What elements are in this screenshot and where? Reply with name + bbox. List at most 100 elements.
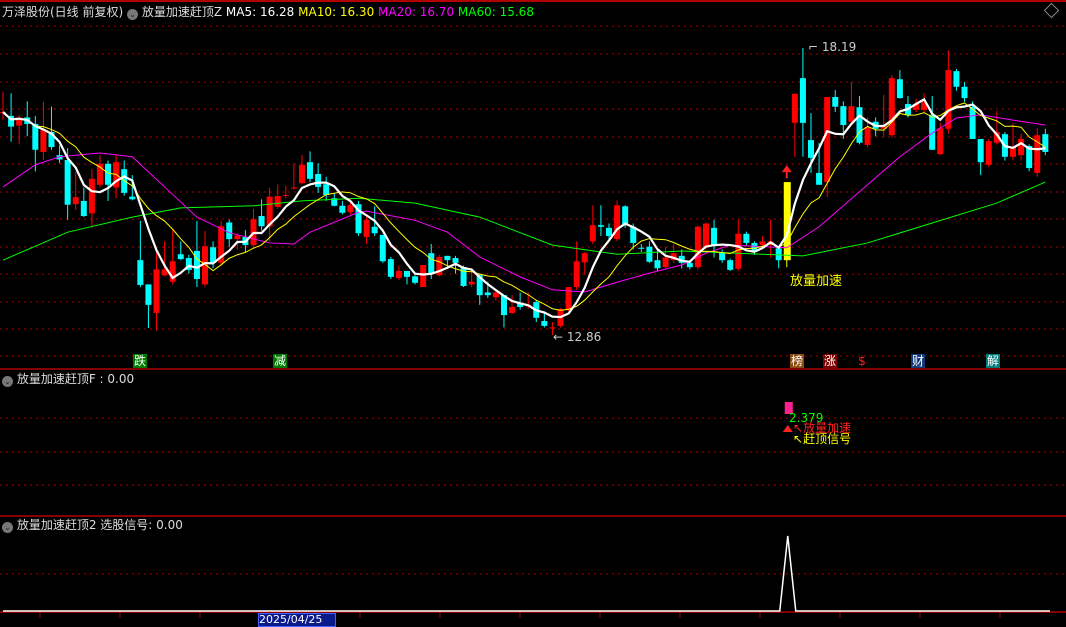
candle-body [258,216,265,227]
candle-body [290,187,297,189]
candle-body [622,206,629,226]
candle-body [460,267,467,287]
candle-body [824,97,831,183]
candle-body [177,254,184,260]
candle-body [395,270,402,278]
candle-body [686,262,693,268]
ma20-line [2,114,1046,293]
low-price-value: 12.86 [566,330,602,344]
candle-body [145,284,152,305]
ma5-value: MA5: 16.28 [225,5,295,19]
candle-body [581,253,588,263]
candle-body [64,160,71,205]
panel1-arrow-icon [782,425,793,432]
candle-body [937,128,944,155]
signal-marker[interactable]: $ [855,354,869,368]
high-price-label: ⌐ 18.19 [808,40,857,54]
ma10-value: MA10: 16.30 [298,5,375,19]
signal-marker[interactable]: 减 [273,354,287,368]
candle-body [808,140,814,158]
candle-body [484,292,491,296]
signal-marker[interactable]: 解 [986,354,1000,368]
signal-marker[interactable]: 榜 [790,354,804,368]
candle-body [420,265,427,288]
ma20-value: MA20: 16.70 [378,5,455,19]
candle-body [646,246,653,262]
candle-body [339,205,346,213]
candle-body [799,78,806,123]
candle-body [129,196,136,200]
candle-body [775,248,782,261]
candle-body [226,222,233,240]
candle-body [654,260,661,269]
candle-body [896,79,903,99]
main-header: 万泽股份(日线 前复权) ⌄ 放量加速赶顶Z MA5: 16.28 MA10: … [2,5,534,20]
candle-body [315,174,322,187]
candle-body [307,162,314,179]
indicator-dropdown-icon[interactable]: ⌄ [127,9,139,20]
candle-body [662,257,669,268]
candle-body [412,276,419,283]
candle-body [347,205,354,213]
candle-body [856,107,863,143]
candle-body [638,247,645,249]
candle-body [985,141,992,165]
candle-body [282,195,289,197]
up-arrow-icon [781,165,792,173]
candle-body [509,307,516,313]
candle-body [702,223,709,247]
candle-body [452,258,459,263]
candle-body [298,164,305,184]
indicator-name[interactable]: 放量加速赶顶Z [142,5,222,19]
panel1-title[interactable]: 放量加速赶顶F : 0.00 [17,372,134,386]
candle-body [864,127,871,145]
candle-body [694,226,701,268]
candle-body [444,255,451,261]
candle-body [597,225,604,227]
candle-body [840,106,847,126]
candle-body [153,269,160,313]
low-price-label: ← 12.86 [553,330,602,344]
candle-body [791,93,798,123]
panel1-header: ⌄ 放量加速赶顶F : 0.00 [2,372,134,387]
high-price-value: 18.19 [821,40,857,54]
candle-body [945,70,952,129]
candle-body [832,97,839,107]
candle-body [759,241,766,246]
candle-body [234,235,241,240]
candle-body [323,184,330,196]
signal-marker[interactable]: 涨 [823,354,837,368]
panel2-header: ⌄ 放量加速赶顶2 选股信号: 0.00 [2,518,183,533]
candle-body [492,292,499,298]
candle-body [387,259,394,277]
panel2-title[interactable]: 放量加速赶顶2 选股信号: 0.00 [17,518,183,532]
ma60-line [2,181,1046,261]
panel2-signal-line [3,535,1050,612]
candle-body [88,178,95,214]
panel1-top-label: ↖赶顶信号 [793,432,852,446]
ma60-value: MA60: 15.68 [457,5,534,19]
candle-body [379,234,386,262]
candle-body [105,163,112,185]
top-signal-text: 赶顶信号 [803,432,852,446]
signal-marker[interactable]: 财 [911,354,925,368]
candle-body [743,233,750,243]
candle-body [573,261,580,288]
candle-body [888,78,895,136]
candle-body [589,225,596,242]
candle-body [953,71,960,87]
candle-body [614,205,621,240]
candle-body [137,260,144,285]
candle-body [549,327,556,329]
candle-body [274,196,281,207]
signal-marker[interactable]: 跌 [133,354,147,368]
panel2-dropdown-icon[interactable]: ⌄ [2,522,13,533]
stock-title: 万泽股份(日线 前复权) [2,5,124,19]
candle-body [404,270,410,277]
panel1-dropdown-icon[interactable]: ⌄ [2,376,13,387]
candle-body [371,226,378,234]
candle-body [72,197,79,205]
candle-body [969,106,976,140]
date-cursor-label: 2025/04/25 [258,613,336,627]
candle-body [816,172,823,185]
